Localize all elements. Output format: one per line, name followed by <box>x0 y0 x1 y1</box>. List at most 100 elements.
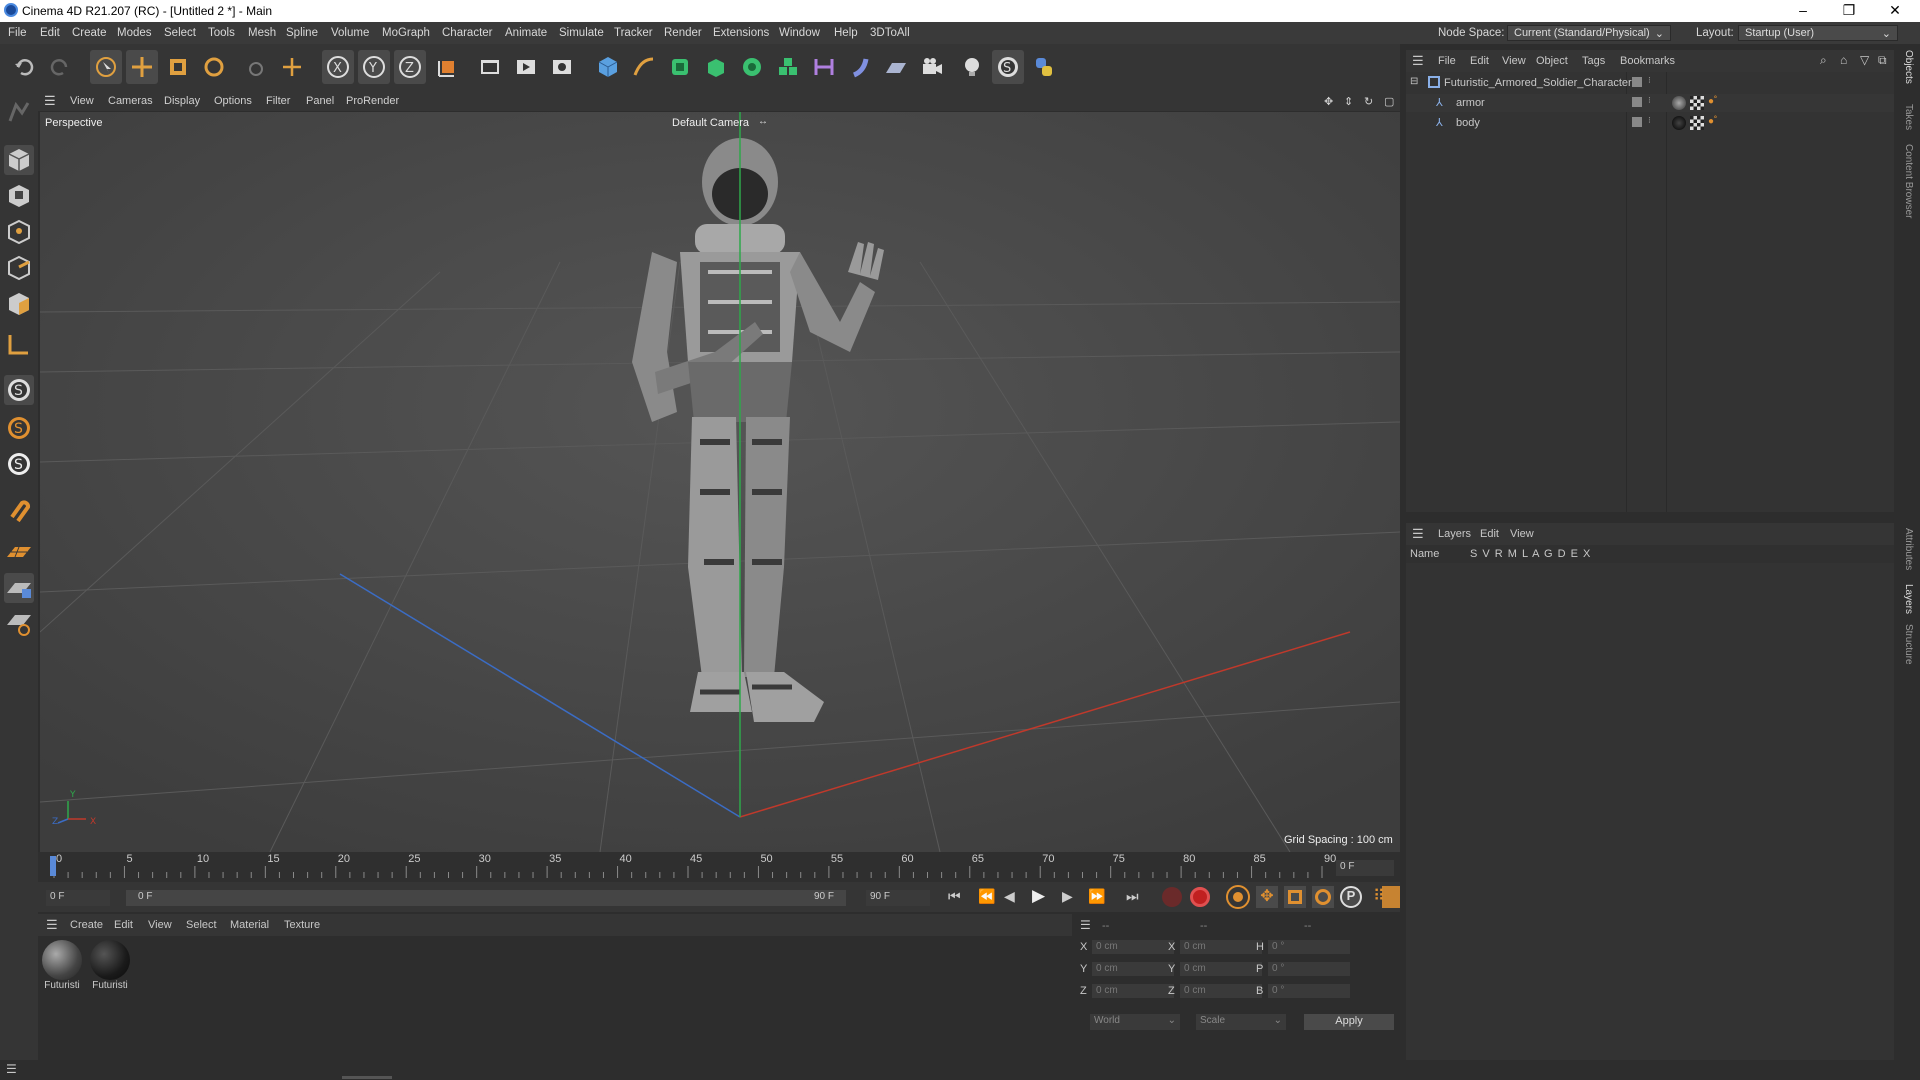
scale-tool-button[interactable] <box>162 50 194 84</box>
points-mode-button[interactable] <box>4 217 34 247</box>
size-field[interactable]: 0 cm <box>1180 984 1262 998</box>
rotation-field[interactable]: 0 ° <box>1268 940 1350 954</box>
tab-attributes[interactable]: Attributes <box>1903 528 1914 570</box>
render-settings-button[interactable] <box>546 50 578 84</box>
layer-toggle-icon[interactable] <box>1632 77 1642 87</box>
rotation-field[interactable]: 0 ° <box>1268 962 1350 976</box>
start-frame-field[interactable]: 0 F <box>46 890 110 906</box>
home-icon[interactable]: ⌂ <box>1840 53 1847 67</box>
rotate-view-icon[interactable]: ↻ <box>1364 95 1373 108</box>
material-menu-texture[interactable]: Texture <box>284 919 320 931</box>
cube-object-button[interactable] <box>592 50 624 84</box>
polygons-mode-button[interactable] <box>4 289 34 319</box>
texture-mode-button[interactable] <box>4 181 34 211</box>
menu-tracker[interactable]: Tracker <box>614 27 653 39</box>
material-swatch[interactable]: Futuristi <box>90 940 130 996</box>
model-mode-button[interactable] <box>4 145 34 175</box>
restore-button[interactable]: ❐ <box>1826 0 1872 22</box>
hamburger-icon[interactable]: ☰ <box>1412 526 1424 542</box>
position-field[interactable]: 0 cm <box>1092 962 1174 976</box>
material-swatch[interactable]: Futuristi <box>42 940 82 996</box>
subdivision-surface-button[interactable] <box>664 50 696 84</box>
menu-create[interactable]: Create <box>72 27 107 39</box>
tab-layers[interactable]: Layers <box>1903 584 1914 614</box>
move-tool-button[interactable] <box>126 50 158 84</box>
frame-range-slider[interactable]: 0 F 90 F <box>126 890 846 906</box>
texture-tag-icon[interactable] <box>1690 116 1704 130</box>
snap-s-orange-button[interactable]: S <box>4 413 34 443</box>
layer-menu-layers[interactable]: Layers <box>1438 528 1471 540</box>
layout-select[interactable]: Startup (User) ⌄ <box>1738 25 1898 41</box>
rotation-key-icon[interactable] <box>1312 886 1334 908</box>
viewport-menu-display[interactable]: Display <box>164 95 200 107</box>
layer-toggle-icon[interactable] <box>1632 97 1642 107</box>
size-field[interactable]: 0 cm <box>1180 962 1262 976</box>
camera-link-icon[interactable]: ↔ <box>758 116 768 127</box>
node-space-select[interactable]: Current (Standard/Physical) ⌄ <box>1507 25 1671 41</box>
menu-tools[interactable]: Tools <box>208 27 235 39</box>
object-row[interactable]: ⊟ Futuristic_Armored_Soldier_Character ⁝ <box>1406 74 1894 92</box>
parameter-key-icon[interactable]: P <box>1340 886 1362 908</box>
material-menu-view[interactable]: View <box>148 919 172 931</box>
hamburger-icon[interactable]: ☰ <box>44 93 56 109</box>
floor-button[interactable] <box>880 50 912 84</box>
object-menu-edit[interactable]: Edit <box>1470 55 1489 67</box>
tab-structure[interactable]: Structure <box>1903 624 1914 665</box>
step-back-icon[interactable]: ⏪ <box>978 888 995 905</box>
object-menu-file[interactable]: File <box>1438 55 1456 67</box>
zoom-view-icon[interactable]: ⇕ <box>1344 95 1353 108</box>
scale-key-icon[interactable] <box>1284 886 1306 908</box>
object-row[interactable]: ⅄ body ⁝ ●˚ <box>1406 114 1894 132</box>
menu-extensions[interactable]: Extensions <box>713 27 769 39</box>
deformer-button[interactable] <box>772 50 804 84</box>
render-picture-viewer-button[interactable] <box>510 50 542 84</box>
menu-animate[interactable]: Animate <box>505 27 547 39</box>
visibility-dots-icon[interactable]: ⁝ <box>1648 75 1651 86</box>
coordinate-system-button[interactable] <box>276 50 308 84</box>
menu-file[interactable]: File <box>8 27 27 39</box>
menu-volume[interactable]: Volume <box>331 27 369 39</box>
magnet-button[interactable] <box>4 495 34 525</box>
object-coordinates-button[interactable] <box>432 50 464 84</box>
3d-viewport[interactable]: Y X Z Perspective Default Camera ↔ Grid … <box>40 112 1400 852</box>
coordinate-space-select[interactable]: World ⌄ <box>1090 1014 1180 1030</box>
position-key-icon[interactable]: ✥ <box>1256 886 1278 908</box>
menu-modes[interactable]: Modes <box>117 27 152 39</box>
maximize-view-icon[interactable]: ▢ <box>1384 95 1394 108</box>
workplane-button[interactable] <box>4 537 34 567</box>
layer-toggle-icon[interactable] <box>1632 117 1642 127</box>
phong-tag-icon[interactable]: ●˚ <box>1708 116 1717 127</box>
size-field[interactable]: 0 cm <box>1180 940 1262 954</box>
hamburger-icon[interactable]: ☰ <box>6 1062 17 1076</box>
menu-render[interactable]: Render <box>664 27 702 39</box>
filter-icon[interactable]: ▽ <box>1860 53 1869 67</box>
cloner-button[interactable] <box>736 50 768 84</box>
redo-button[interactable] <box>44 50 76 84</box>
menu-select[interactable]: Select <box>164 27 196 39</box>
snap-s-button[interactable]: S <box>4 375 34 405</box>
live-select-button[interactable] <box>90 50 122 84</box>
position-field[interactable]: 0 cm <box>1092 984 1174 998</box>
render-view-button[interactable] <box>474 50 506 84</box>
axis-mode-button[interactable] <box>4 329 34 359</box>
object-menu-tags[interactable]: Tags <box>1582 55 1605 67</box>
x-axis-lock-button[interactable]: X <box>322 50 354 84</box>
rotate-tool-button[interactable] <box>198 50 230 84</box>
play-icon[interactable]: ▶ <box>1032 886 1045 906</box>
layer-menu-edit[interactable]: Edit <box>1480 528 1499 540</box>
viewport-menu-filter[interactable]: Filter <box>266 95 290 107</box>
object-menu-object[interactable]: Object <box>1536 55 1568 67</box>
step-forward-icon[interactable]: ⏩ <box>1088 888 1105 905</box>
close-button[interactable]: ✕ <box>1872 0 1918 22</box>
go-to-end-icon[interactable]: ⏭ <box>1126 888 1139 905</box>
menu-character[interactable]: Character <box>442 27 493 39</box>
timeline-window-icon[interactable] <box>1382 886 1400 908</box>
field-button[interactable] <box>808 50 840 84</box>
hamburger-icon[interactable]: ☰ <box>1412 53 1424 69</box>
environment-button[interactable] <box>844 50 876 84</box>
tab-objects[interactable]: Objects <box>1903 50 1914 84</box>
menu-help[interactable]: Help <box>834 27 858 39</box>
python-button[interactable] <box>1028 50 1060 84</box>
position-field[interactable]: 0 cm <box>1092 940 1174 954</box>
pen-spline-button[interactable] <box>628 50 660 84</box>
